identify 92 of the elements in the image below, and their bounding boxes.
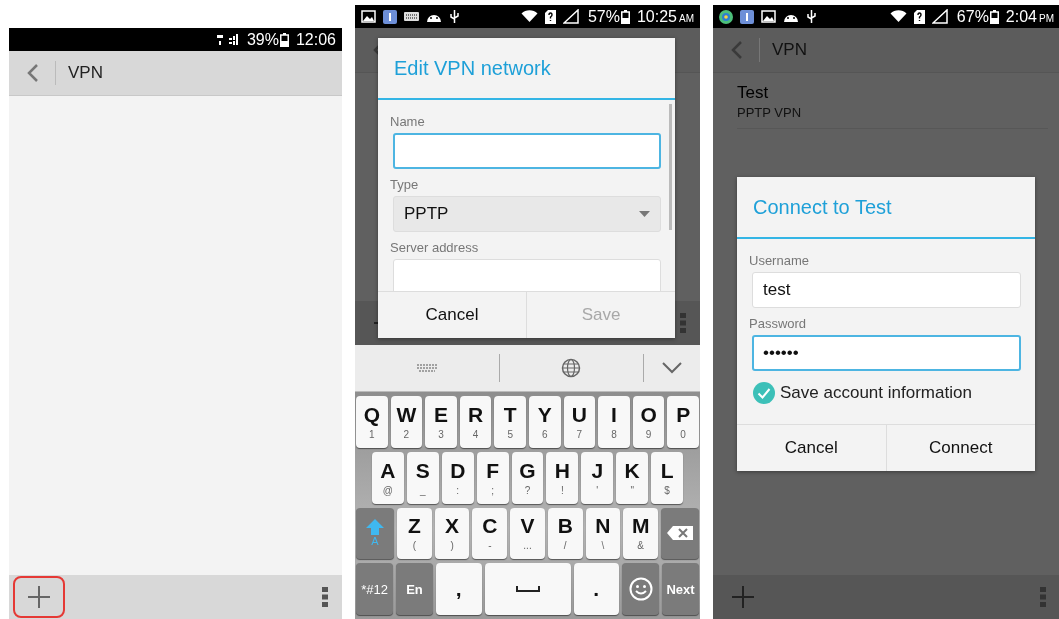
mobile-signal-icon	[216, 34, 238, 45]
keyboard-key[interactable]: K "	[616, 451, 649, 504]
more-options-icon[interactable]	[322, 587, 328, 607]
clock-period: AM	[679, 12, 694, 24]
keyboard-key[interactable]: M &	[623, 507, 659, 560]
app-icon	[740, 9, 754, 24]
checkbox[interactable]	[752, 381, 776, 405]
add-button[interactable]	[13, 576, 65, 618]
keyboard-key[interactable]: S _	[406, 451, 439, 504]
keyboard-key[interactable]: W 2	[390, 396, 423, 448]
smiley-icon	[628, 577, 653, 602]
keyboard-key[interactable]: R 4	[459, 396, 492, 448]
globe-icon[interactable]	[560, 357, 583, 379]
keyboard-key[interactable]: I 8	[598, 396, 630, 448]
keyboard-key[interactable]: .	[573, 563, 619, 615]
battery-icon	[279, 32, 289, 47]
clock-time: 2:04	[1005, 7, 1037, 26]
backspace-key[interactable]	[661, 507, 700, 560]
keyboard-icon[interactable]	[415, 363, 438, 373]
picture-icon	[761, 10, 776, 23]
picture-icon	[361, 10, 376, 23]
keyboard-key[interactable]: E 3	[425, 396, 457, 448]
field-label: Name	[390, 114, 426, 129]
keyboard-key[interactable]: Next	[662, 563, 699, 615]
clock-time: 12:06	[295, 30, 336, 49]
plus-icon	[731, 585, 755, 609]
field-label: Password	[749, 316, 808, 331]
dialog-title: Edit VPN network	[378, 38, 675, 100]
space-bar-icon	[515, 586, 540, 593]
keyboard-key[interactable]: T 5	[494, 396, 526, 448]
up-arrow-icon	[366, 519, 384, 536]
keyboard-key[interactable]: V ...	[510, 507, 545, 560]
keyboard-key[interactable]: P 0	[667, 396, 699, 448]
dialog-button[interactable]: Connect	[885, 425, 1035, 471]
usb-icon	[806, 9, 817, 24]
signal-icon	[562, 9, 579, 24]
screen-title: VPN	[68, 63, 103, 83]
keyboard-key[interactable]: Q 1	[356, 396, 388, 448]
dialog-button[interactable]: Cancel	[737, 425, 886, 471]
clock-time: 10:25	[636, 7, 677, 26]
chevron-down-icon[interactable]	[662, 362, 682, 374]
screen-title: VPN	[772, 40, 807, 60]
vpn-name: Test	[737, 83, 770, 103]
keyboard-key[interactable]: J '	[581, 451, 614, 504]
field-label: Type	[390, 177, 420, 192]
keyboard-key[interactable]: ,	[436, 563, 482, 615]
battery-icon	[620, 9, 630, 24]
input-field[interactable]: test	[752, 272, 1021, 308]
sim-card-icon	[913, 9, 925, 24]
keyboard-key[interactable]: B /	[547, 507, 583, 560]
keyboard-key[interactable]: C -	[472, 507, 508, 560]
app-icon	[383, 9, 397, 24]
keyboard-key[interactable]: En	[396, 563, 433, 615]
signal-icon	[931, 9, 948, 24]
keyboard-key[interactable]: Y 6	[528, 396, 561, 448]
type-dropdown[interactable]: PPTP	[393, 196, 661, 232]
app-icon	[719, 9, 733, 24]
keyboard-key[interactable]: F ;	[476, 451, 509, 504]
keyboard-key[interactable]: X )	[434, 507, 470, 560]
checkbox-label: Save account information	[780, 383, 972, 403]
vpn-type: PPTP VPN	[737, 105, 803, 120]
keyboard-key[interactable]: N \	[585, 507, 621, 560]
battery-icon	[989, 9, 999, 24]
plus-icon	[27, 585, 51, 609]
field-label: Server address	[390, 240, 480, 255]
dropdown-arrow-icon	[639, 211, 650, 217]
keyboard-key[interactable]: O 9	[632, 396, 665, 448]
battery-percent: 39%	[246, 30, 279, 49]
usb-icon	[449, 9, 460, 24]
keyboard-key[interactable]: L $	[651, 451, 683, 504]
keyboard-icon	[404, 12, 419, 21]
clock-period: PM	[1039, 12, 1054, 24]
space-key[interactable]	[484, 563, 571, 615]
keyboard-key[interactable]: *#12	[356, 563, 393, 615]
dialog-button[interactable]: Cancel	[378, 292, 526, 338]
keyboard-key[interactable]: D :	[441, 451, 474, 504]
battery-percent: 57%	[587, 7, 620, 26]
emoji-key[interactable]	[622, 563, 659, 615]
keyboard-key[interactable]: U 7	[563, 396, 596, 448]
dialog-title: Connect to Test	[737, 177, 1035, 239]
field-label: Username	[749, 253, 810, 268]
backspace-icon	[667, 526, 694, 541]
input-field[interactable]	[393, 133, 661, 169]
wifi-icon	[520, 10, 538, 23]
input-field[interactable]: ••••••	[752, 335, 1021, 371]
keyboard-key[interactable]: Z (	[397, 507, 432, 560]
keyboard-key[interactable]: H !	[546, 451, 579, 504]
wifi-icon	[889, 10, 907, 23]
battery-percent: 67%	[956, 7, 989, 26]
keyboard-key[interactable]: A @	[372, 451, 404, 504]
sim-card-icon	[544, 9, 556, 24]
keyboard-key[interactable]: G ?	[511, 451, 544, 504]
